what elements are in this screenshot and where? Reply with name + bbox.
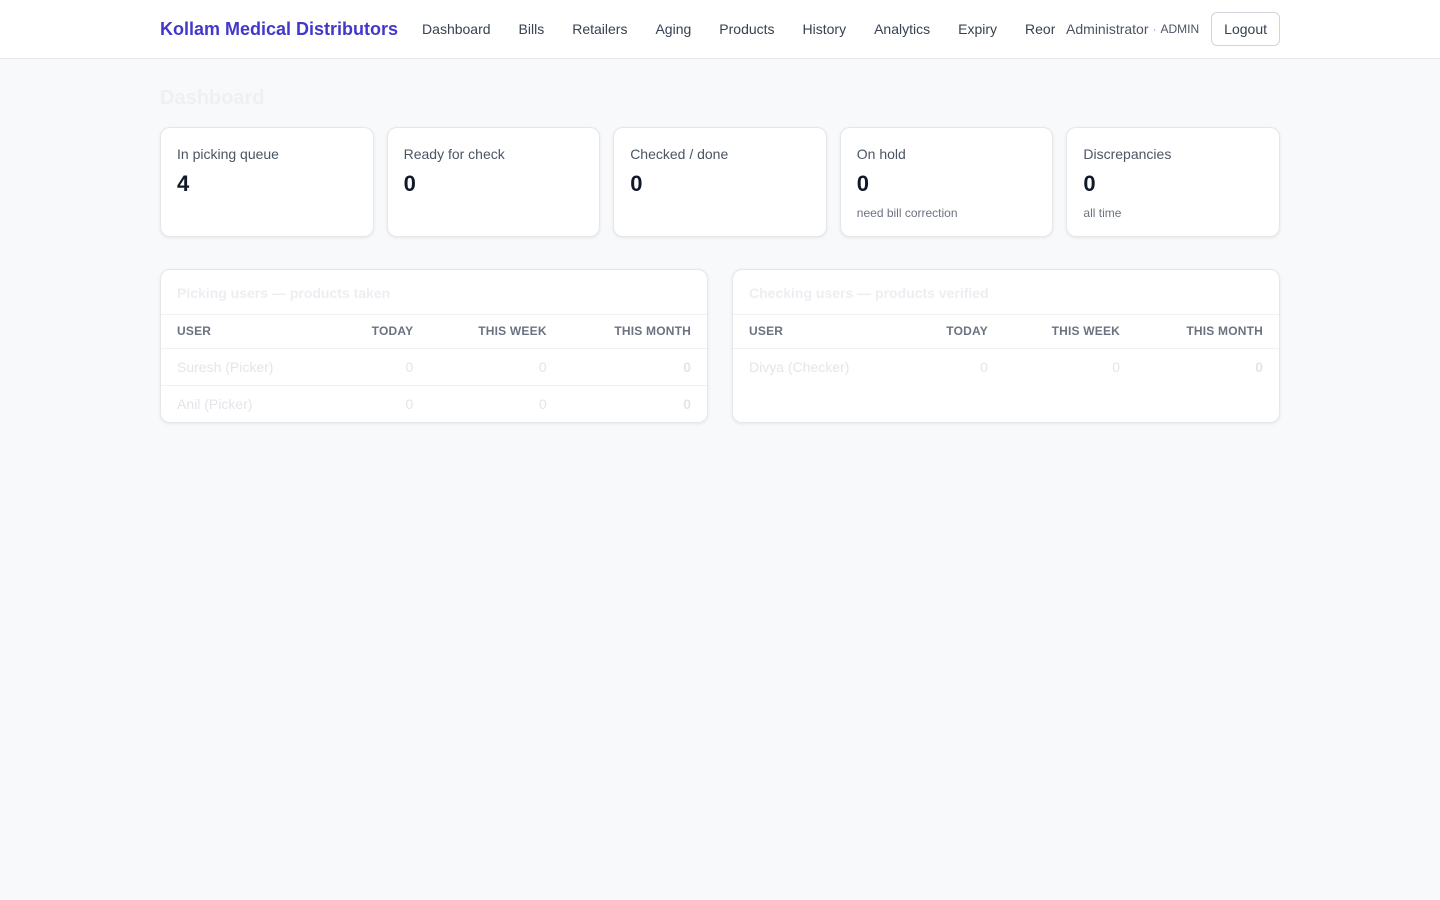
stat-value: 0 (403, 171, 416, 196)
column-header-today: Today (331, 315, 430, 349)
top-navbar: Kollam Medical Distributors Dashboard Bi… (0, 0, 1440, 59)
stat-value: 0 (630, 171, 643, 196)
cell-this-week: 0 (1112, 358, 1121, 375)
page-title: Dashboard (160, 87, 265, 109)
cell-this-week: 0 (429, 348, 563, 386)
cell-this-month: 0 (562, 348, 707, 386)
cell-this-week: 0 (538, 395, 547, 412)
stat-value: 0 (856, 171, 870, 196)
stat-card-on-hold: On hold 0 need bill correction (839, 127, 1054, 237)
column-header-this-month: This month (562, 315, 707, 349)
stats-row: In picking queue 4 Ready for check 0 Che… (160, 127, 1280, 237)
stat-label: Checked / done (630, 146, 729, 162)
user-separator: · (1152, 22, 1157, 36)
column-header-this-week: This week (1003, 315, 1137, 349)
nav-link-analytics[interactable]: Analytics (874, 21, 930, 37)
cell-this-month: 0 (1255, 358, 1263, 375)
picking-users-table: User Today This week This month Suresh (… (161, 315, 707, 422)
cell-user: Anil (Picker) (177, 395, 253, 412)
column-header-user: User (733, 315, 908, 349)
cell-today: 0 (405, 395, 414, 412)
column-header-this-week: This week (429, 315, 563, 349)
table-header-row: User Today This week This month (161, 315, 707, 349)
nav-link-aging[interactable]: Aging (655, 21, 691, 37)
cell-user: Suresh (Picker) (161, 348, 332, 386)
column-header-today: Today (907, 315, 1004, 349)
column-header-this-month: This month (1136, 315, 1279, 349)
cell-user: Divya (Checker) (749, 358, 850, 375)
nav-link-bills[interactable]: Bills (519, 21, 545, 37)
nav-link-dashboard[interactable]: Dashboard (422, 21, 491, 37)
user-name: Administrator (1066, 21, 1149, 37)
main-nav: Dashboard Bills Retailers Aging Products… (422, 21, 1055, 37)
brand-logo-text[interactable]: Kollam Medical Distributors (160, 19, 398, 40)
stat-card-discrepancies: Discrepancies 0 all time (1066, 127, 1280, 237)
cell-today: 0 (980, 358, 988, 375)
user-role: ADMIN (1160, 22, 1200, 36)
table-row: Divya (Checker) 0 0 0 (733, 348, 1279, 385)
checking-users-table: User Today This week This month Divya (C… (733, 315, 1279, 385)
table-row: Anil (Picker) 0 0 0 (161, 385, 707, 422)
panel-title: Picking users — products taken (161, 270, 707, 315)
stat-value: 4 (177, 171, 190, 196)
stat-note: all time (1083, 206, 1122, 220)
cell-this-month: 0 (683, 395, 691, 412)
stat-card-ready-for-check: Ready for check 0 (386, 127, 601, 237)
checking-users-panel: Checking users — products verified User … (732, 269, 1280, 423)
stat-card-checked-done: Checked / done 0 (613, 127, 827, 237)
picking-users-panel: Picking users — products taken User Toda… (160, 269, 708, 423)
user-panels: Picking users — products taken User Toda… (160, 269, 1280, 423)
cell-today: 0 (331, 348, 430, 386)
stat-card-picking-queue: In picking queue 4 (160, 127, 374, 237)
stat-label: On hold (856, 146, 906, 162)
stat-value: 0 (1083, 171, 1096, 196)
table-row: Suresh (Picker) 0 0 0 (161, 348, 707, 386)
stat-label: Discrepancies (1083, 146, 1172, 162)
nav-link-products[interactable]: Products (719, 21, 774, 37)
nav-link-retailers[interactable]: Retailers (572, 21, 627, 37)
nav-link-reorder[interactable]: Reorder (1025, 21, 1055, 37)
user-info: Administrator · ADMIN Logout (1066, 12, 1280, 46)
panel-title: Checking users — products verified (733, 270, 1279, 315)
column-header-user: User (161, 315, 332, 349)
nav-link-history[interactable]: History (803, 21, 847, 37)
stat-note: need bill correction (856, 206, 958, 220)
main-content: Dashboard In picking queue 4 Ready for c… (160, 59, 1280, 423)
stat-label: Ready for check (403, 146, 505, 162)
nav-link-expiry[interactable]: Expiry (958, 21, 997, 37)
table-header-row: User Today This week This month (733, 315, 1279, 349)
navbar-inner: Kollam Medical Distributors Dashboard Bi… (160, 0, 1280, 58)
logout-button[interactable]: Logout (1211, 12, 1280, 46)
stat-label: In picking queue (177, 146, 279, 162)
